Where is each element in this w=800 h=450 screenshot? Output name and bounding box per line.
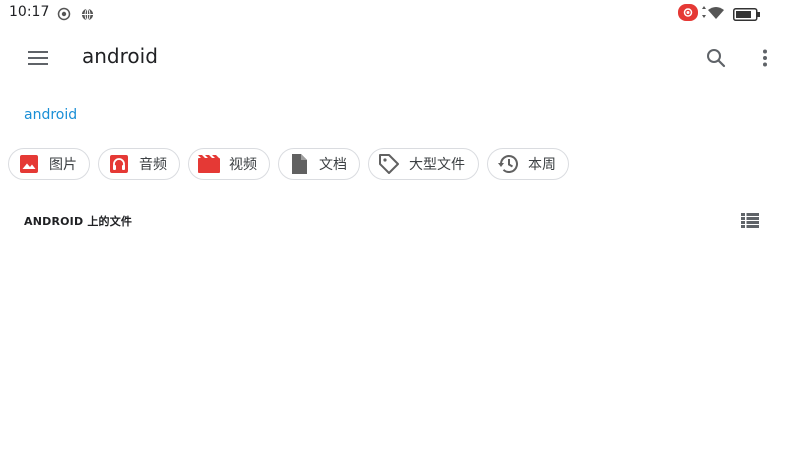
tag-icon: [378, 153, 400, 175]
headphones-icon: [108, 153, 130, 175]
screen-record-icon: [678, 4, 698, 25]
hamburger-menu-icon: [28, 51, 48, 65]
page-title: android: [82, 44, 158, 68]
document-icon: [288, 153, 310, 175]
search-icon: [707, 49, 726, 68]
filter-chip-this-week[interactable]: 本周: [487, 148, 569, 180]
movie-icon: [198, 153, 220, 175]
cast-icon: [57, 6, 71, 25]
filter-chip-label: 视频: [229, 157, 257, 173]
filter-chip-documents[interactable]: 文档: [278, 148, 360, 180]
search-button[interactable]: [698, 40, 734, 76]
filter-chip-video[interactable]: 视频: [188, 148, 270, 180]
filter-chip-label: 文档: [319, 157, 347, 173]
filter-chip-label: 本周: [528, 157, 556, 173]
view-toggle-button[interactable]: [738, 208, 762, 232]
breadcrumb[interactable]: android: [24, 107, 77, 123]
image-icon: [18, 153, 40, 175]
filter-chip-images[interactable]: 图片: [8, 148, 90, 180]
section-title: ANDROID 上的文件: [24, 215, 133, 228]
more-options-button[interactable]: [747, 40, 783, 76]
list-view-icon: [741, 212, 759, 228]
battery-icon: [733, 6, 761, 25]
filter-chip-large-files[interactable]: 大型文件: [368, 148, 479, 180]
status-bar: 10:17: [0, 0, 800, 26]
wifi-icon: [701, 5, 725, 24]
more-vert-icon: [763, 49, 767, 67]
filter-chip-label: 大型文件: [409, 157, 465, 173]
status-time: 10:17: [9, 4, 50, 20]
globe-icon: [81, 6, 94, 25]
filter-chip-label: 音频: [139, 157, 167, 173]
app-bar: android: [0, 26, 800, 90]
menu-button[interactable]: [20, 40, 56, 76]
filter-chip-audio[interactable]: 音频: [98, 148, 180, 180]
filter-chip-label: 图片: [49, 157, 77, 173]
history-icon: [497, 153, 519, 175]
